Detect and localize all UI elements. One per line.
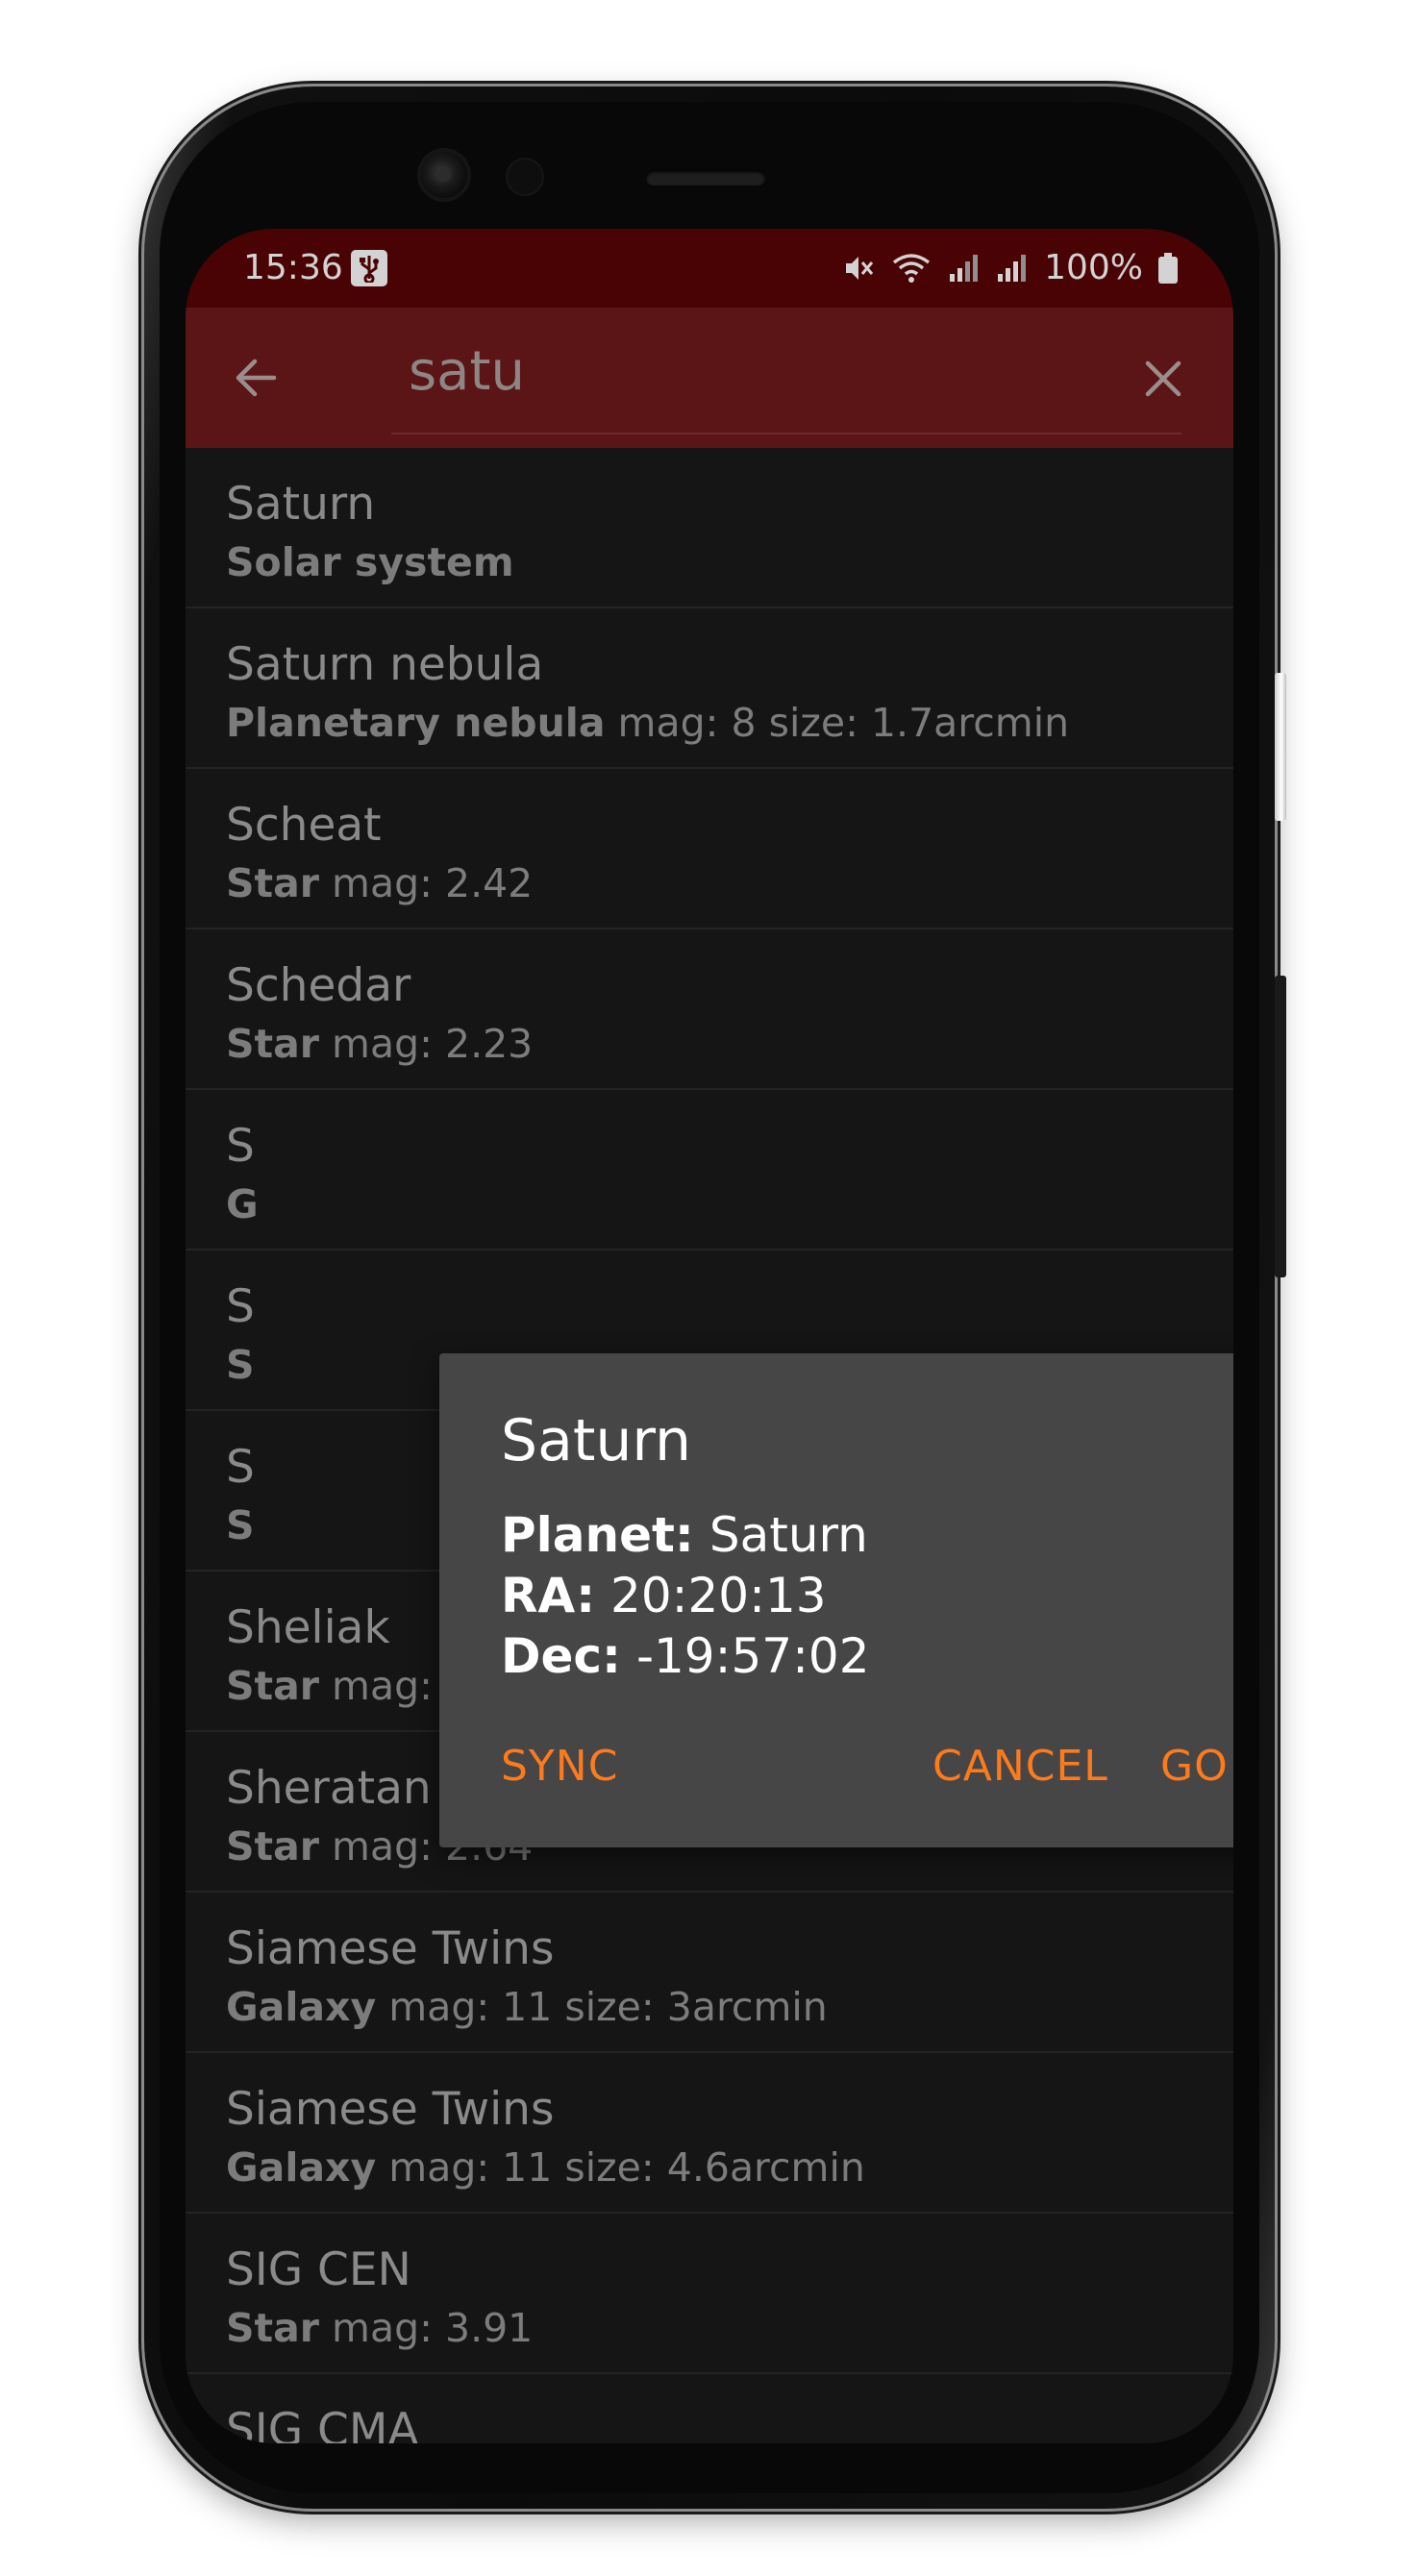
item-details: mag: 2.23 xyxy=(319,1021,534,1067)
item-type: Galaxy xyxy=(226,1984,377,2030)
list-item[interactable]: Saturn Solar system xyxy=(186,448,1233,608)
item-details: mag: 11 size: 3arcmin xyxy=(376,1984,828,2030)
search-bar: satu xyxy=(186,308,1233,448)
list-item[interactable]: S G xyxy=(186,1090,1233,1251)
planet-value: Saturn xyxy=(693,1507,868,1563)
item-name: Saturn nebula xyxy=(226,638,544,691)
item-name: Schedar xyxy=(226,959,411,1012)
item-type: Star xyxy=(226,1663,320,1709)
dialog-title: Saturn xyxy=(501,1407,692,1474)
wifi-icon xyxy=(893,253,931,283)
item-details: mag: 3.91 xyxy=(319,2305,534,2351)
battery-icon xyxy=(1158,252,1178,284)
list-item[interactable]: Siamese Twins Galaxy mag: 11 size: 4.6ar… xyxy=(186,2053,1233,2214)
item-details: mag: 11 size: 4.6arcmin xyxy=(376,2144,865,2191)
item-details: mag: 8 size: 1.7arcmin xyxy=(605,700,1070,746)
planet-label: Planet: xyxy=(501,1507,694,1563)
list-item[interactable]: SIG CMA xyxy=(186,2374,1233,2443)
item-type: Star xyxy=(226,860,320,906)
item-name: S xyxy=(226,1280,255,1333)
item-type: Star xyxy=(226,2305,320,2351)
item-name: Siamese Twins xyxy=(226,2083,555,2136)
power-button xyxy=(1275,673,1286,821)
back-arrow-icon[interactable] xyxy=(230,352,282,404)
mute-icon xyxy=(846,256,874,280)
list-item[interactable]: Scheat Star mag: 2.42 xyxy=(186,769,1233,929)
search-underline xyxy=(391,433,1181,434)
close-icon[interactable] xyxy=(1140,356,1186,402)
item-type: Solar system xyxy=(226,539,514,585)
list-item[interactable]: Saturn nebula Planetary nebula mag: 8 si… xyxy=(186,608,1233,769)
usb-icon xyxy=(351,250,387,286)
item-name: Saturn xyxy=(226,478,376,531)
status-bar: 15:36 100% xyxy=(186,229,1233,308)
item-name: Scheat xyxy=(226,799,382,852)
item-type: Star xyxy=(226,1021,320,1067)
object-dialog: Saturn Planet: Saturn RA: 20:20:13 Dec: … xyxy=(439,1353,1233,1847)
volume-button xyxy=(1275,976,1286,1277)
item-details: mag: 2.42 xyxy=(319,860,534,906)
list-item[interactable]: Siamese Twins Galaxy mag: 11 size: 3arcm… xyxy=(186,1893,1233,2053)
search-input[interactable]: satu xyxy=(409,340,525,403)
screen: 15:36 100% satu Saturn Solar system Satu… xyxy=(186,229,1233,2443)
dialog-body: Planet: Saturn RA: 20:20:13 Dec: -19:57:… xyxy=(501,1505,870,1687)
ra-line: RA: 20:20:13 xyxy=(501,1566,870,1626)
list-item[interactable]: Schedar Star mag: 2.23 xyxy=(186,929,1233,1090)
status-icons: 100% xyxy=(840,248,1178,287)
goto-button[interactable]: GO TO xyxy=(1160,1742,1233,1791)
item-name: Siamese Twins xyxy=(226,1922,555,1975)
item-type: G xyxy=(226,1181,259,1227)
item-name: SIG CEN xyxy=(226,2243,411,2296)
planet-line: Planet: Saturn xyxy=(501,1505,870,1566)
item-type: S xyxy=(226,1342,255,1388)
item-type: Planetary nebula xyxy=(226,700,606,746)
list-item[interactable]: SIG CEN Star mag: 3.91 xyxy=(186,2214,1233,2374)
signal-icon xyxy=(950,254,979,282)
sync-button[interactable]: SYNC xyxy=(501,1742,618,1791)
item-type: Star xyxy=(226,1823,320,1870)
earpiece-speaker xyxy=(646,170,765,186)
item-type: S xyxy=(226,1502,255,1548)
ra-value: 20:20:13 xyxy=(595,1568,827,1623)
proximity-sensor xyxy=(508,160,542,194)
dec-line: Dec: -19:57:02 xyxy=(501,1626,870,1687)
cancel-button[interactable]: CANCEL xyxy=(932,1742,1108,1791)
item-type: Galaxy xyxy=(226,2144,377,2191)
status-time: 15:36 xyxy=(243,248,343,287)
battery-percent: 100% xyxy=(1044,248,1143,287)
item-name: S xyxy=(226,1120,255,1173)
ra-label: RA: xyxy=(501,1568,596,1623)
signal-icon-2 xyxy=(998,254,1027,282)
item-name: SIG CMA xyxy=(226,2404,419,2443)
front-camera xyxy=(421,152,467,198)
dec-label: Dec: xyxy=(501,1628,622,1684)
dec-value: -19:57:02 xyxy=(621,1628,870,1684)
